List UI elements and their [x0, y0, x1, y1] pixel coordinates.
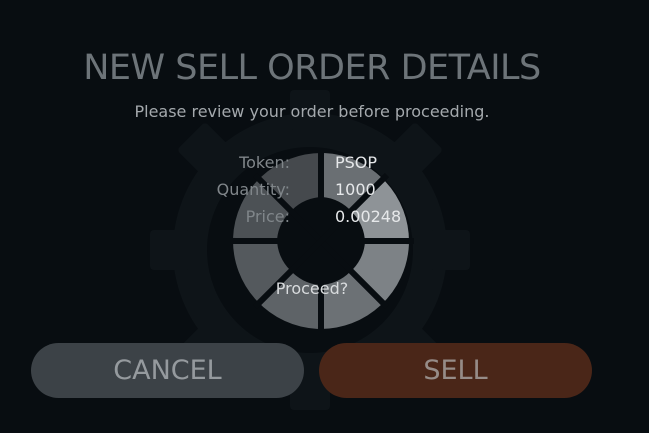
quantity-label: Quantity: — [216, 180, 290, 199]
token-value: PSOP — [335, 153, 378, 172]
price-label: Price: — [245, 207, 290, 226]
quantity-value: 1000 — [335, 180, 376, 199]
proceed-prompt: Proceed? — [275, 279, 349, 298]
price-value: 0.00248 — [335, 207, 402, 226]
dialog-subtitle: Please review your order before proceedi… — [134, 102, 490, 121]
cancel-button[interactable]: CANCEL — [31, 343, 304, 398]
sell-button[interactable]: SELL — [319, 343, 592, 398]
dialog-title: NEW SELL ORDER DETAILS — [83, 48, 541, 88]
loading-spinner-icon — [228, 148, 414, 334]
token-label: Token: — [239, 153, 290, 172]
